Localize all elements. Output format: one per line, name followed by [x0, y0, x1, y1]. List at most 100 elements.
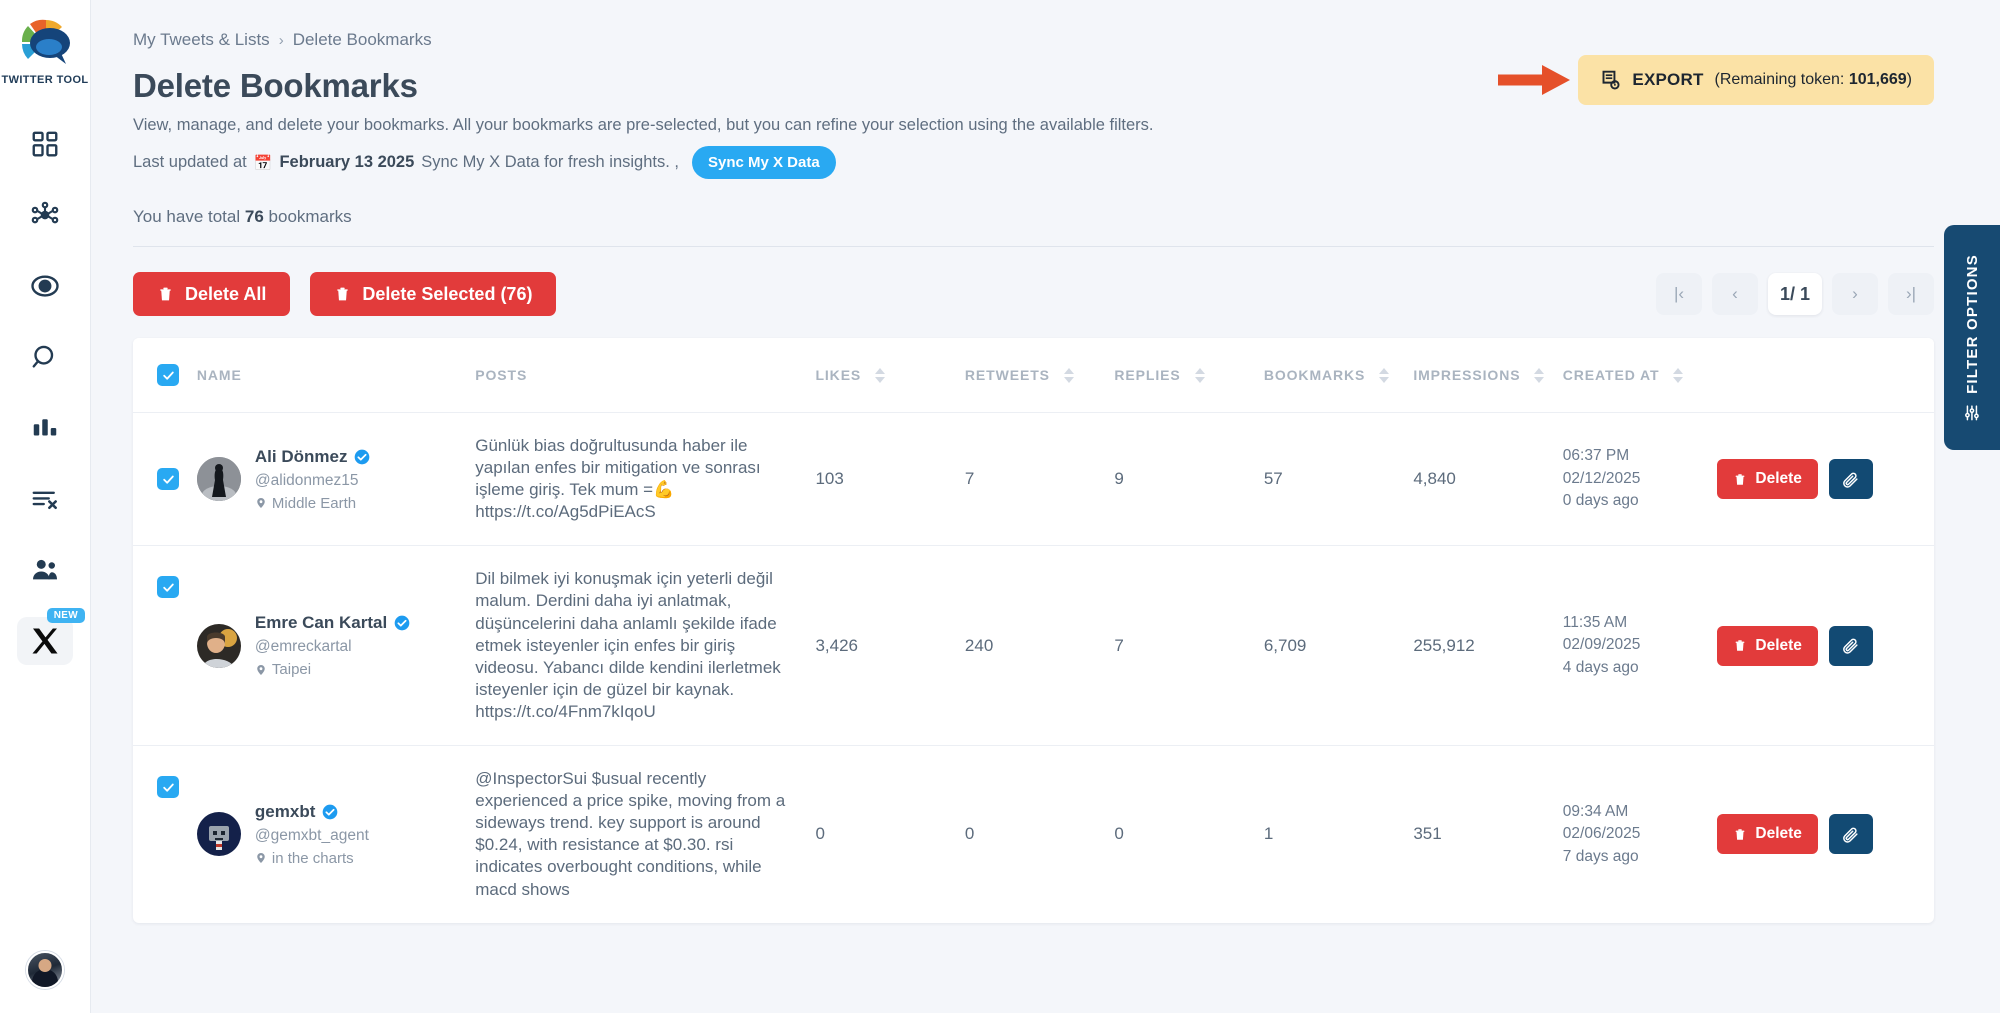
people-icon [30, 555, 60, 585]
created-date: 02/06/2025 [1563, 823, 1718, 845]
cell-actions: Delete [1717, 746, 1934, 923]
sort-replies-icon[interactable] [1195, 368, 1205, 383]
th-bookmarks[interactable]: BOOKMARKS [1264, 338, 1413, 413]
th-impressions[interactable]: IMPRESSIONS [1413, 338, 1562, 413]
row-delete-label: Delete [1755, 637, 1802, 655]
cell-post: @InspectorSui $usual recently experience… [475, 746, 815, 923]
location-pin-icon [255, 663, 267, 677]
list-remove-icon [30, 484, 60, 514]
post-text: Dil bilmek iyi konuşmak için yeterli değ… [475, 568, 815, 723]
page-description: View, manage, and delete your bookmarks.… [133, 116, 1934, 135]
table-body: Ali Dönmez @alidonmez15 Middle Earth [133, 413, 1934, 923]
sidebar-item-target[interactable] [17, 262, 73, 310]
paperclip-icon [1841, 636, 1860, 655]
cell-likes: 103 [815, 413, 964, 546]
breadcrumb-current[interactable]: Delete Bookmarks [293, 30, 432, 50]
main-content: My Tweets & Lists › Delete Bookmarks Del… [91, 0, 2000, 1013]
sidebar-item-x-tools[interactable]: NEW [17, 617, 73, 665]
verified-badge-icon [322, 804, 338, 820]
export-area: EXPORT (Remaining token: 101,669) [1498, 55, 1934, 105]
table-row: gemxbt @gemxbt_agent in the charts [133, 746, 1934, 923]
sort-bookmarks-icon[interactable] [1379, 368, 1389, 383]
export-token-prefix: (Remaining token: [1715, 71, 1849, 88]
delete-selected-button[interactable]: Delete Selected (76) [310, 272, 556, 316]
sort-likes-icon[interactable] [875, 368, 885, 383]
row-delete-button[interactable]: Delete [1717, 459, 1818, 499]
pagination-next-button[interactable]: › [1832, 273, 1878, 315]
row-delete-label: Delete [1755, 825, 1802, 843]
cell-created-at: 09:34 AM 02/06/2025 7 days ago [1563, 746, 1718, 923]
avatar [197, 812, 241, 856]
cell-impressions: 255,912 [1413, 546, 1562, 746]
trash-icon [1733, 472, 1747, 487]
cell-bookmarks: 1 [1264, 746, 1413, 923]
row-link-button[interactable] [1829, 626, 1873, 666]
export-report-icon [1600, 69, 1621, 91]
export-token-close: ) [1907, 71, 1912, 88]
th-replies[interactable]: REPLIES [1114, 338, 1263, 413]
trash-icon [157, 285, 174, 303]
th-retweets[interactable]: RETWEETS [965, 338, 1114, 413]
delete-all-button[interactable]: Delete All [133, 272, 290, 316]
user-avatar[interactable] [26, 951, 64, 989]
pagination: |‹ ‹ 1/ 1 › ›| [1656, 273, 1934, 315]
th-name-label: NAME [197, 367, 242, 383]
th-created-at[interactable]: CREATED AT [1563, 338, 1718, 413]
pagination-last-button[interactable]: ›| [1888, 273, 1934, 315]
bookmarks-table: NAME POSTS LIKES RETWEETS REPLIES BOOKMA… [133, 338, 1934, 923]
sidebar: TWITTER TOOL [0, 0, 91, 1013]
sidebar-item-dashboard[interactable] [17, 120, 73, 168]
row-link-button[interactable] [1829, 814, 1873, 854]
sort-created-at-icon[interactable] [1673, 368, 1683, 383]
row-link-button[interactable] [1829, 459, 1873, 499]
location-pin-icon [255, 851, 267, 865]
export-label: EXPORT [1632, 70, 1703, 90]
th-select-all [133, 338, 197, 413]
table-header-row: NAME POSTS LIKES RETWEETS REPLIES BOOKMA… [133, 338, 1934, 413]
th-name[interactable]: NAME [197, 338, 475, 413]
select-all-checkbox[interactable] [157, 364, 179, 386]
logo[interactable]: TWITTER TOOL [1, 18, 88, 86]
th-actions [1717, 338, 1934, 413]
trash-icon [334, 285, 351, 303]
row-checkbox[interactable] [157, 776, 179, 798]
breadcrumb-parent[interactable]: My Tweets & Lists [133, 30, 270, 50]
export-token: (Remaining token: 101,669) [1715, 71, 1912, 89]
cell-likes: 0 [815, 746, 964, 923]
sidebar-item-search[interactable] [17, 333, 73, 381]
th-retweets-label: RETWEETS [965, 367, 1050, 383]
cell-retweets: 7 [965, 413, 1114, 546]
sort-retweets-icon[interactable] [1064, 368, 1074, 383]
last-updated-prefix: Last updated at [133, 153, 247, 172]
sidebar-item-unfollow-list[interactable] [17, 475, 73, 523]
toolbar: Delete All Delete Selected (76) |‹ ‹ 1/ … [133, 272, 1934, 316]
sidebar-item-network[interactable] [17, 191, 73, 239]
sort-impressions-icon[interactable] [1534, 368, 1544, 383]
new-badge: NEW [47, 608, 85, 623]
delete-selected-label: Delete Selected (76) [362, 284, 532, 305]
row-delete-button[interactable]: Delete [1717, 626, 1818, 666]
sidebar-item-analytics[interactable] [17, 404, 73, 452]
row-checkbox[interactable] [157, 468, 179, 490]
total-prefix: You have total [133, 207, 240, 226]
verified-badge-icon [354, 449, 370, 465]
target-circle-icon [30, 271, 60, 301]
twitter-tool-logo-icon [16, 18, 74, 70]
user-location: Taipei [255, 661, 410, 678]
delete-all-label: Delete All [185, 284, 266, 305]
sync-my-x-data-button[interactable]: Sync My X Data [692, 146, 836, 179]
table-row: Ali Dönmez @alidonmez15 Middle Earth [133, 413, 1934, 546]
th-likes[interactable]: LIKES [815, 338, 964, 413]
user-location-label: Taipei [272, 661, 311, 678]
filter-options-tab[interactable]: FILTER OPTIONS [1944, 225, 2000, 450]
row-delete-button[interactable]: Delete [1717, 814, 1818, 854]
th-posts[interactable]: POSTS [475, 338, 815, 413]
row-checkbox[interactable] [157, 576, 179, 598]
pagination-prev-button[interactable]: ‹ [1712, 273, 1758, 315]
sidebar-item-audience[interactable] [17, 546, 73, 594]
created-time: 11:35 AM [1563, 612, 1718, 634]
export-button[interactable]: EXPORT (Remaining token: 101,669) [1578, 55, 1934, 105]
created-ago: 7 days ago [1563, 846, 1718, 868]
pagination-current[interactable]: 1/ 1 [1768, 273, 1822, 315]
pagination-first-button[interactable]: |‹ [1656, 273, 1702, 315]
